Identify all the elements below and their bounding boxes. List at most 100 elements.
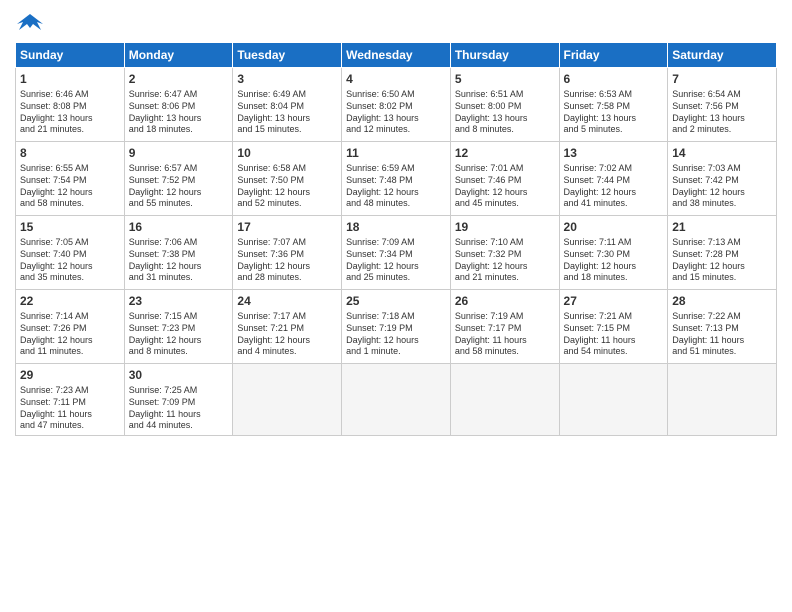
day-number: 4: [346, 71, 446, 87]
calendar-cell: 3 Sunrise: 6:49 AM Sunset: 8:04 PM Daylig…: [233, 68, 342, 142]
day-info: Sunrise: 7:15 AM Sunset: 7:23 PM Dayligh…: [129, 311, 229, 358]
day-number: 14: [672, 145, 772, 161]
day-number: 12: [455, 145, 555, 161]
day-number: 27: [564, 293, 664, 309]
day-info: Sunrise: 7:10 AM Sunset: 7:32 PM Dayligh…: [455, 237, 555, 284]
day-number: 11: [346, 145, 446, 161]
calendar-cell: 19 Sunrise: 7:10 AM Sunset: 7:32 PM Dayli…: [450, 216, 559, 290]
calendar-cell: 12 Sunrise: 7:01 AM Sunset: 7:46 PM Dayli…: [450, 142, 559, 216]
day-number: 18: [346, 219, 446, 235]
col-monday: Monday: [124, 43, 233, 68]
calendar-cell: 20 Sunrise: 7:11 AM Sunset: 7:30 PM Dayli…: [559, 216, 668, 290]
day-number: 30: [129, 367, 229, 383]
day-number: 26: [455, 293, 555, 309]
calendar-table: Sunday Monday Tuesday Wednesday Thursday…: [15, 42, 777, 436]
day-info: Sunrise: 7:22 AM Sunset: 7:13 PM Dayligh…: [672, 311, 772, 358]
calendar-cell: 9 Sunrise: 6:57 AM Sunset: 7:52 PM Daylig…: [124, 142, 233, 216]
day-info: Sunrise: 6:51 AM Sunset: 8:00 PM Dayligh…: [455, 89, 555, 136]
day-number: 13: [564, 145, 664, 161]
day-number: 28: [672, 293, 772, 309]
day-info: Sunrise: 6:58 AM Sunset: 7:50 PM Dayligh…: [237, 163, 337, 210]
calendar-cell: 25 Sunrise: 7:18 AM Sunset: 7:19 PM Dayli…: [342, 290, 451, 364]
calendar-cell: 22 Sunrise: 7:14 AM Sunset: 7:26 PM Dayli…: [16, 290, 125, 364]
calendar-cell: 13 Sunrise: 7:02 AM Sunset: 7:44 PM Dayli…: [559, 142, 668, 216]
day-number: 3: [237, 71, 337, 87]
day-info: Sunrise: 7:23 AM Sunset: 7:11 PM Dayligh…: [20, 385, 120, 432]
day-info: Sunrise: 7:06 AM Sunset: 7:38 PM Dayligh…: [129, 237, 229, 284]
header: [15, 10, 777, 34]
day-info: Sunrise: 7:21 AM Sunset: 7:15 PM Dayligh…: [564, 311, 664, 358]
calendar-cell: 15 Sunrise: 7:05 AM Sunset: 7:40 PM Dayli…: [16, 216, 125, 290]
day-info: Sunrise: 7:17 AM Sunset: 7:21 PM Dayligh…: [237, 311, 337, 358]
day-number: 29: [20, 367, 120, 383]
calendar-cell: [559, 364, 668, 436]
calendar-cell: 24 Sunrise: 7:17 AM Sunset: 7:21 PM Dayli…: [233, 290, 342, 364]
calendar-cell: 14 Sunrise: 7:03 AM Sunset: 7:42 PM Dayli…: [668, 142, 777, 216]
calendar-cell: 1 Sunrise: 6:46 AM Sunset: 8:08 PM Daylig…: [16, 68, 125, 142]
day-number: 1: [20, 71, 120, 87]
day-info: Sunrise: 7:09 AM Sunset: 7:34 PM Dayligh…: [346, 237, 446, 284]
page: Sunday Monday Tuesday Wednesday Thursday…: [0, 0, 792, 612]
calendar-cell: [668, 364, 777, 436]
calendar-cell: 27 Sunrise: 7:21 AM Sunset: 7:15 PM Dayli…: [559, 290, 668, 364]
day-number: 9: [129, 145, 229, 161]
day-info: Sunrise: 7:02 AM Sunset: 7:44 PM Dayligh…: [564, 163, 664, 210]
day-info: Sunrise: 7:14 AM Sunset: 7:26 PM Dayligh…: [20, 311, 120, 358]
day-info: Sunrise: 6:59 AM Sunset: 7:48 PM Dayligh…: [346, 163, 446, 210]
day-info: Sunrise: 7:05 AM Sunset: 7:40 PM Dayligh…: [20, 237, 120, 284]
calendar-cell: 5 Sunrise: 6:51 AM Sunset: 8:00 PM Daylig…: [450, 68, 559, 142]
day-info: Sunrise: 7:18 AM Sunset: 7:19 PM Dayligh…: [346, 311, 446, 358]
calendar-cell: 26 Sunrise: 7:19 AM Sunset: 7:17 PM Dayli…: [450, 290, 559, 364]
day-number: 24: [237, 293, 337, 309]
calendar-header-row: Sunday Monday Tuesday Wednesday Thursday…: [16, 43, 777, 68]
day-number: 10: [237, 145, 337, 161]
col-thursday: Thursday: [450, 43, 559, 68]
day-info: Sunrise: 7:01 AM Sunset: 7:46 PM Dayligh…: [455, 163, 555, 210]
day-number: 15: [20, 219, 120, 235]
day-info: Sunrise: 6:57 AM Sunset: 7:52 PM Dayligh…: [129, 163, 229, 210]
day-info: Sunrise: 7:19 AM Sunset: 7:17 PM Dayligh…: [455, 311, 555, 358]
day-number: 19: [455, 219, 555, 235]
day-number: 22: [20, 293, 120, 309]
day-number: 21: [672, 219, 772, 235]
calendar-cell: 6Sunrise: 6:53 AM Sunset: 7:58 PM Daylig…: [559, 68, 668, 142]
calendar-cell: 29 Sunrise: 7:23 AM Sunset: 7:11 PM Dayli…: [16, 364, 125, 436]
day-number: 7: [672, 71, 772, 87]
day-number: 6: [564, 71, 664, 87]
day-info: Sunrise: 6:46 AM Sunset: 8:08 PM Dayligh…: [20, 89, 120, 136]
col-wednesday: Wednesday: [342, 43, 451, 68]
calendar-cell: 10 Sunrise: 6:58 AM Sunset: 7:50 PM Dayli…: [233, 142, 342, 216]
calendar-cell: 8 Sunrise: 6:55 AM Sunset: 7:54 PM Daylig…: [16, 142, 125, 216]
calendar-cell: 2 Sunrise: 6:47 AM Sunset: 8:06 PM Daylig…: [124, 68, 233, 142]
col-tuesday: Tuesday: [233, 43, 342, 68]
day-info: Sunrise: 6:54 AM Sunset: 7:56 PM Dayligh…: [672, 89, 772, 136]
day-number: 20: [564, 219, 664, 235]
calendar-cell: 28 Sunrise: 7:22 AM Sunset: 7:13 PM Dayli…: [668, 290, 777, 364]
calendar-cell: [233, 364, 342, 436]
calendar-cell: 11 Sunrise: 6:59 AM Sunset: 7:48 PM Dayli…: [342, 142, 451, 216]
day-info: Sunrise: 6:47 AM Sunset: 8:06 PM Dayligh…: [129, 89, 229, 136]
day-number: 2: [129, 71, 229, 87]
day-number: 16: [129, 219, 229, 235]
col-sunday: Sunday: [16, 43, 125, 68]
calendar-cell: 18 Sunrise: 7:09 AM Sunset: 7:34 PM Dayli…: [342, 216, 451, 290]
calendar-cell: 17 Sunrise: 7:07 AM Sunset: 7:36 PM Dayli…: [233, 216, 342, 290]
day-info: Sunrise: 7:03 AM Sunset: 7:42 PM Dayligh…: [672, 163, 772, 210]
day-info: Sunrise: 6:49 AM Sunset: 8:04 PM Dayligh…: [237, 89, 337, 136]
calendar-cell: [342, 364, 451, 436]
day-number: 8: [20, 145, 120, 161]
calendar-cell: 21Sunrise: 7:13 AM Sunset: 7:28 PM Dayli…: [668, 216, 777, 290]
logo-icon: [15, 10, 45, 34]
day-info: Sunrise: 6:55 AM Sunset: 7:54 PM Dayligh…: [20, 163, 120, 210]
day-info: Sunrise: 6:50 AM Sunset: 8:02 PM Dayligh…: [346, 89, 446, 136]
day-info: Sunrise: 7:07 AM Sunset: 7:36 PM Dayligh…: [237, 237, 337, 284]
day-info: Sunrise: 7:11 AM Sunset: 7:30 PM Dayligh…: [564, 237, 664, 284]
day-number: 5: [455, 71, 555, 87]
calendar-cell: 16 Sunrise: 7:06 AM Sunset: 7:38 PM Dayli…: [124, 216, 233, 290]
calendar-cell: 7 Sunrise: 6:54 AM Sunset: 7:56 PM Daylig…: [668, 68, 777, 142]
calendar-cell: 23Sunrise: 7:15 AM Sunset: 7:23 PM Dayli…: [124, 290, 233, 364]
calendar-cell: 30 Sunrise: 7:25 AM Sunset: 7:09 PM Dayli…: [124, 364, 233, 436]
day-number: 25: [346, 293, 446, 309]
day-info: Sunrise: 7:25 AM Sunset: 7:09 PM Dayligh…: [129, 385, 229, 432]
day-number: 17: [237, 219, 337, 235]
